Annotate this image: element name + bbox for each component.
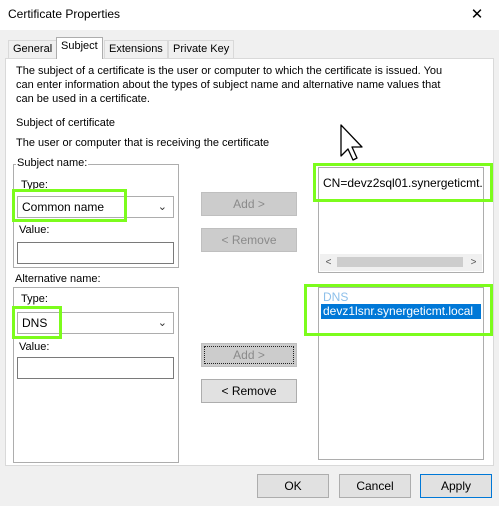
chevron-right-icon[interactable]: > [466,255,481,270]
scrollbar-thumb[interactable] [337,257,463,267]
ok-button[interactable]: OK [257,474,329,498]
alt-type-label: Type: [21,293,48,305]
alternative-name-group-label: Alternative name: [14,273,102,285]
alt-value-input[interactable] [17,357,174,379]
intro-line-3: can be used in a certificate. [16,93,150,105]
tab-subject[interactable]: Subject [56,37,103,59]
subject-heading: Subject of certificate [16,117,116,129]
subject-value-label: Value: [19,224,50,236]
highlight-alt-type [12,306,62,339]
intro-text: The subject of a certificate is the user… [16,64,486,106]
mouse-pointer-icon [340,124,363,161]
cancel-button[interactable]: Cancel [339,474,411,498]
highlight-subject-type [12,189,127,222]
tab-extensions[interactable]: Extensions [104,40,168,58]
remove-alternative-button[interactable]: < Remove [201,379,297,403]
intro-line-2: can enter information about the types of… [16,79,441,91]
subject-name-group-label: Subject name: [16,157,89,169]
add-alternative-button[interactable]: Add > [201,343,297,367]
remove-subject-button[interactable]: < Remove [201,228,297,252]
close-icon[interactable]: ✕ [462,3,492,27]
chevron-down-icon: ⌄ [157,201,167,213]
chevron-left-icon[interactable]: < [321,255,336,270]
subject-value-input[interactable] [17,242,174,264]
subject-description: The user or computer that is receiving t… [16,137,270,149]
tab-private-key[interactable]: Private Key [168,40,235,58]
apply-button[interactable]: Apply [420,474,492,498]
tab-general[interactable]: General [8,40,58,58]
highlight-subject-entry [313,163,493,202]
intro-line-1: The subject of a certificate is the user… [16,65,443,77]
add-subject-button[interactable]: Add > [201,192,297,216]
subject-list-scrollbar[interactable]: < > [320,254,482,271]
chevron-down-icon: ⌄ [157,317,167,329]
window-title: Certificate Properties [8,7,121,21]
alt-value-label: Value: [19,341,50,353]
highlight-alt-entry [304,284,493,336]
